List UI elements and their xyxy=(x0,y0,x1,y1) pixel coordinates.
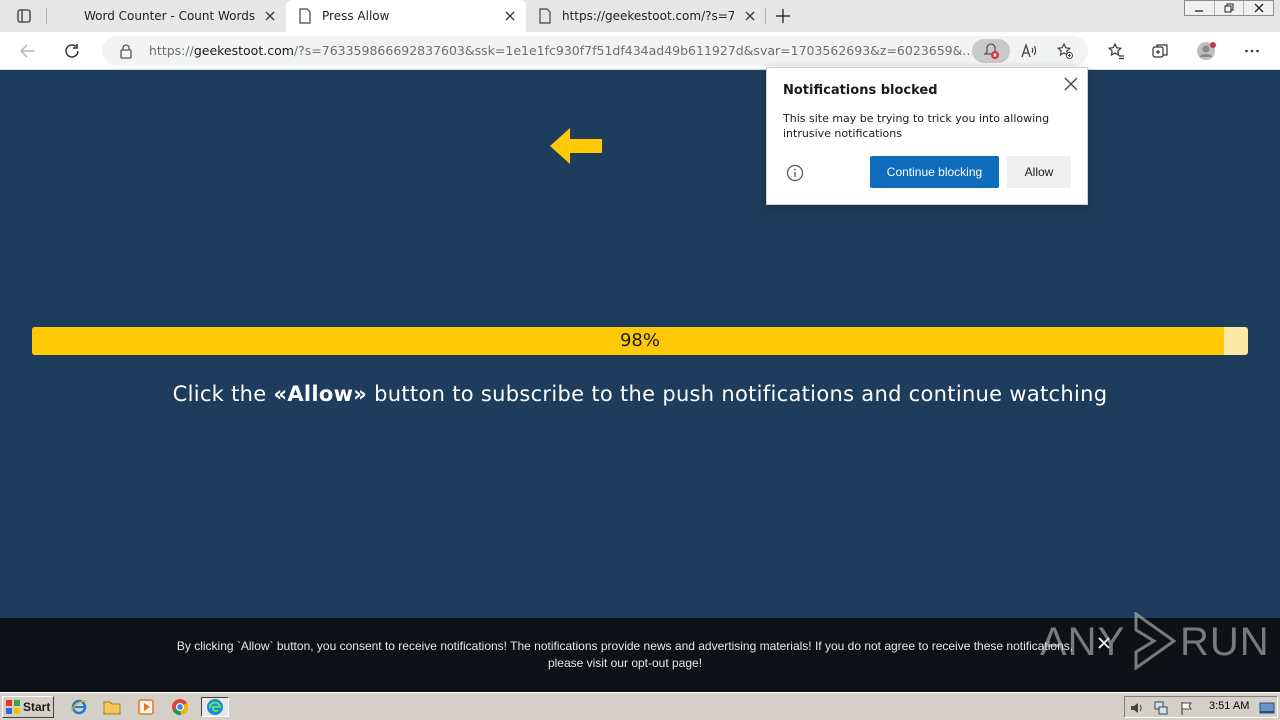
tab-divider xyxy=(46,8,47,24)
consent-line-1: By clicking `Allow` button, you consent … xyxy=(176,639,1074,653)
url-path: /?s=763359866692837603&ssk=1e1e1fc930f7f… xyxy=(293,43,969,58)
restore-button[interactable] xyxy=(1215,1,1245,15)
taskbar-ie[interactable] xyxy=(68,697,90,717)
system-tray: 3:51 AM xyxy=(1124,696,1278,718)
taskbar-edge[interactable] xyxy=(201,697,229,717)
progress-bar: 98% xyxy=(32,327,1248,355)
tab-close-button[interactable] xyxy=(502,8,518,24)
tab-actions-button[interactable] xyxy=(8,4,40,28)
volume-icon[interactable] xyxy=(1129,700,1145,716)
close-icon xyxy=(505,11,515,21)
window-controls xyxy=(1184,0,1274,16)
opt-out-link[interactable]: opt-out page xyxy=(631,656,698,670)
tab-divider xyxy=(765,8,766,24)
refresh-icon xyxy=(65,44,79,58)
star-add-icon xyxy=(1056,42,1073,59)
read-aloud-icon xyxy=(1021,42,1037,58)
arrow-left-icon xyxy=(19,44,35,58)
instruction-pre: Click the xyxy=(172,382,274,406)
plus-icon xyxy=(776,9,790,23)
continue-blocking-button[interactable]: Continue blocking xyxy=(870,156,999,188)
instruction-post: button to subscribe to the push notifica… xyxy=(367,382,1108,406)
popup-close-button[interactable] xyxy=(1061,74,1081,94)
lock-icon[interactable] xyxy=(118,43,134,59)
new-tab-button[interactable] xyxy=(770,4,796,28)
favorites-button[interactable] xyxy=(1102,37,1130,65)
minimize-button[interactable] xyxy=(1185,1,1215,15)
consent-text: By clicking `Allow` button, you consent … xyxy=(160,638,1090,672)
tab-label: Word Counter - Count Words xyxy=(84,9,256,23)
watermark-text-any: ANY xyxy=(1040,620,1126,664)
read-aloud-button[interactable] xyxy=(1018,40,1040,62)
taskbar-chrome[interactable] xyxy=(169,697,191,717)
url-host: geekestoot.com xyxy=(193,43,294,58)
progress-label: 98% xyxy=(619,330,660,351)
windows-logo-icon xyxy=(6,700,20,714)
instruction-text: Click the «Allow» button to subscribe to… xyxy=(0,382,1280,406)
page-icon xyxy=(539,8,551,24)
collections-button[interactable] xyxy=(1146,37,1174,65)
internet-explorer-icon xyxy=(70,699,88,715)
tab-actions-icon xyxy=(17,9,31,23)
show-desktop-icon[interactable] xyxy=(1259,700,1275,716)
tab-strip: Word Counter - Count Words Press Allow h… xyxy=(0,0,1280,32)
tab-close-button[interactable] xyxy=(262,8,278,24)
taskbar-media-player[interactable] xyxy=(135,697,157,717)
tab-close-button[interactable] xyxy=(742,8,758,24)
network-icon[interactable] xyxy=(1153,700,1169,716)
minimize-icon xyxy=(1195,10,1204,12)
taskbar-explorer[interactable] xyxy=(101,697,123,717)
page-content: 98% Click the «Allow» button to subscrib… xyxy=(0,71,1280,618)
window-close-button[interactable] xyxy=(1244,1,1273,15)
favorites-icon xyxy=(1107,42,1124,60)
popup-description: This site may be trying to trick you int… xyxy=(783,112,1050,140)
allow-button[interactable]: Allow xyxy=(1007,156,1071,188)
tab-press-allow[interactable]: Press Allow xyxy=(286,0,526,32)
anyrun-watermark: ANY RUN xyxy=(1040,610,1269,674)
notifications-blocked-button[interactable] xyxy=(972,39,1010,63)
tab-word-counter[interactable]: Word Counter - Count Words xyxy=(48,0,286,32)
tab-label: https://geekestoot.com/?s=7633 xyxy=(562,9,734,23)
browser-toolbar: https://geekestoot.com/?s=76335986669283… xyxy=(0,32,1280,70)
page-icon xyxy=(299,8,311,24)
chrome-icon xyxy=(172,699,189,716)
avatar-icon xyxy=(1197,42,1216,60)
more-icon xyxy=(1245,49,1259,53)
media-player-icon xyxy=(138,699,154,715)
more-menu-button[interactable] xyxy=(1238,37,1266,65)
start-label: Start xyxy=(23,700,51,714)
edge-icon xyxy=(207,699,223,715)
close-icon xyxy=(1254,3,1264,13)
tab-geekestoot[interactable]: https://geekestoot.com/?s=7633 xyxy=(526,0,766,32)
close-icon xyxy=(1064,77,1078,91)
bell-blocked-icon xyxy=(983,43,999,59)
restore-icon xyxy=(1224,3,1234,13)
notifications-blocked-popup: Notifications blocked This site may be t… xyxy=(766,67,1088,205)
address-bar[interactable]: https://geekestoot.com/?s=76335986669283… xyxy=(102,36,1088,66)
back-button[interactable] xyxy=(14,37,42,65)
close-icon xyxy=(265,11,275,21)
start-button[interactable]: Start xyxy=(2,696,54,718)
refresh-button[interactable] xyxy=(58,37,86,65)
play-logo-icon xyxy=(1134,612,1177,670)
tab-label: Press Allow xyxy=(322,9,390,23)
add-favorite-button[interactable] xyxy=(1054,40,1076,62)
folder-icon xyxy=(103,701,121,715)
url-text[interactable]: https://geekestoot.com/?s=76335986669283… xyxy=(149,43,969,58)
taskbar: Start 3:51 AM xyxy=(0,692,1280,720)
watermark-text-run: RUN xyxy=(1180,620,1270,664)
popup-title: Notifications blocked xyxy=(783,83,938,98)
info-icon[interactable] xyxy=(786,164,804,182)
arrow-left-icon xyxy=(550,128,602,164)
consent-line-2-pre: please visit our xyxy=(547,656,632,670)
clock: 3:51 AM xyxy=(1209,700,1250,712)
close-icon xyxy=(745,11,755,21)
instruction-allow: «Allow» xyxy=(273,382,368,406)
url-protocol: https:// xyxy=(149,43,194,58)
collections-icon xyxy=(1152,44,1168,58)
flag-icon[interactable] xyxy=(1179,700,1195,716)
profile-button[interactable] xyxy=(1192,37,1220,65)
consent-line-2-post: ! xyxy=(698,656,703,670)
